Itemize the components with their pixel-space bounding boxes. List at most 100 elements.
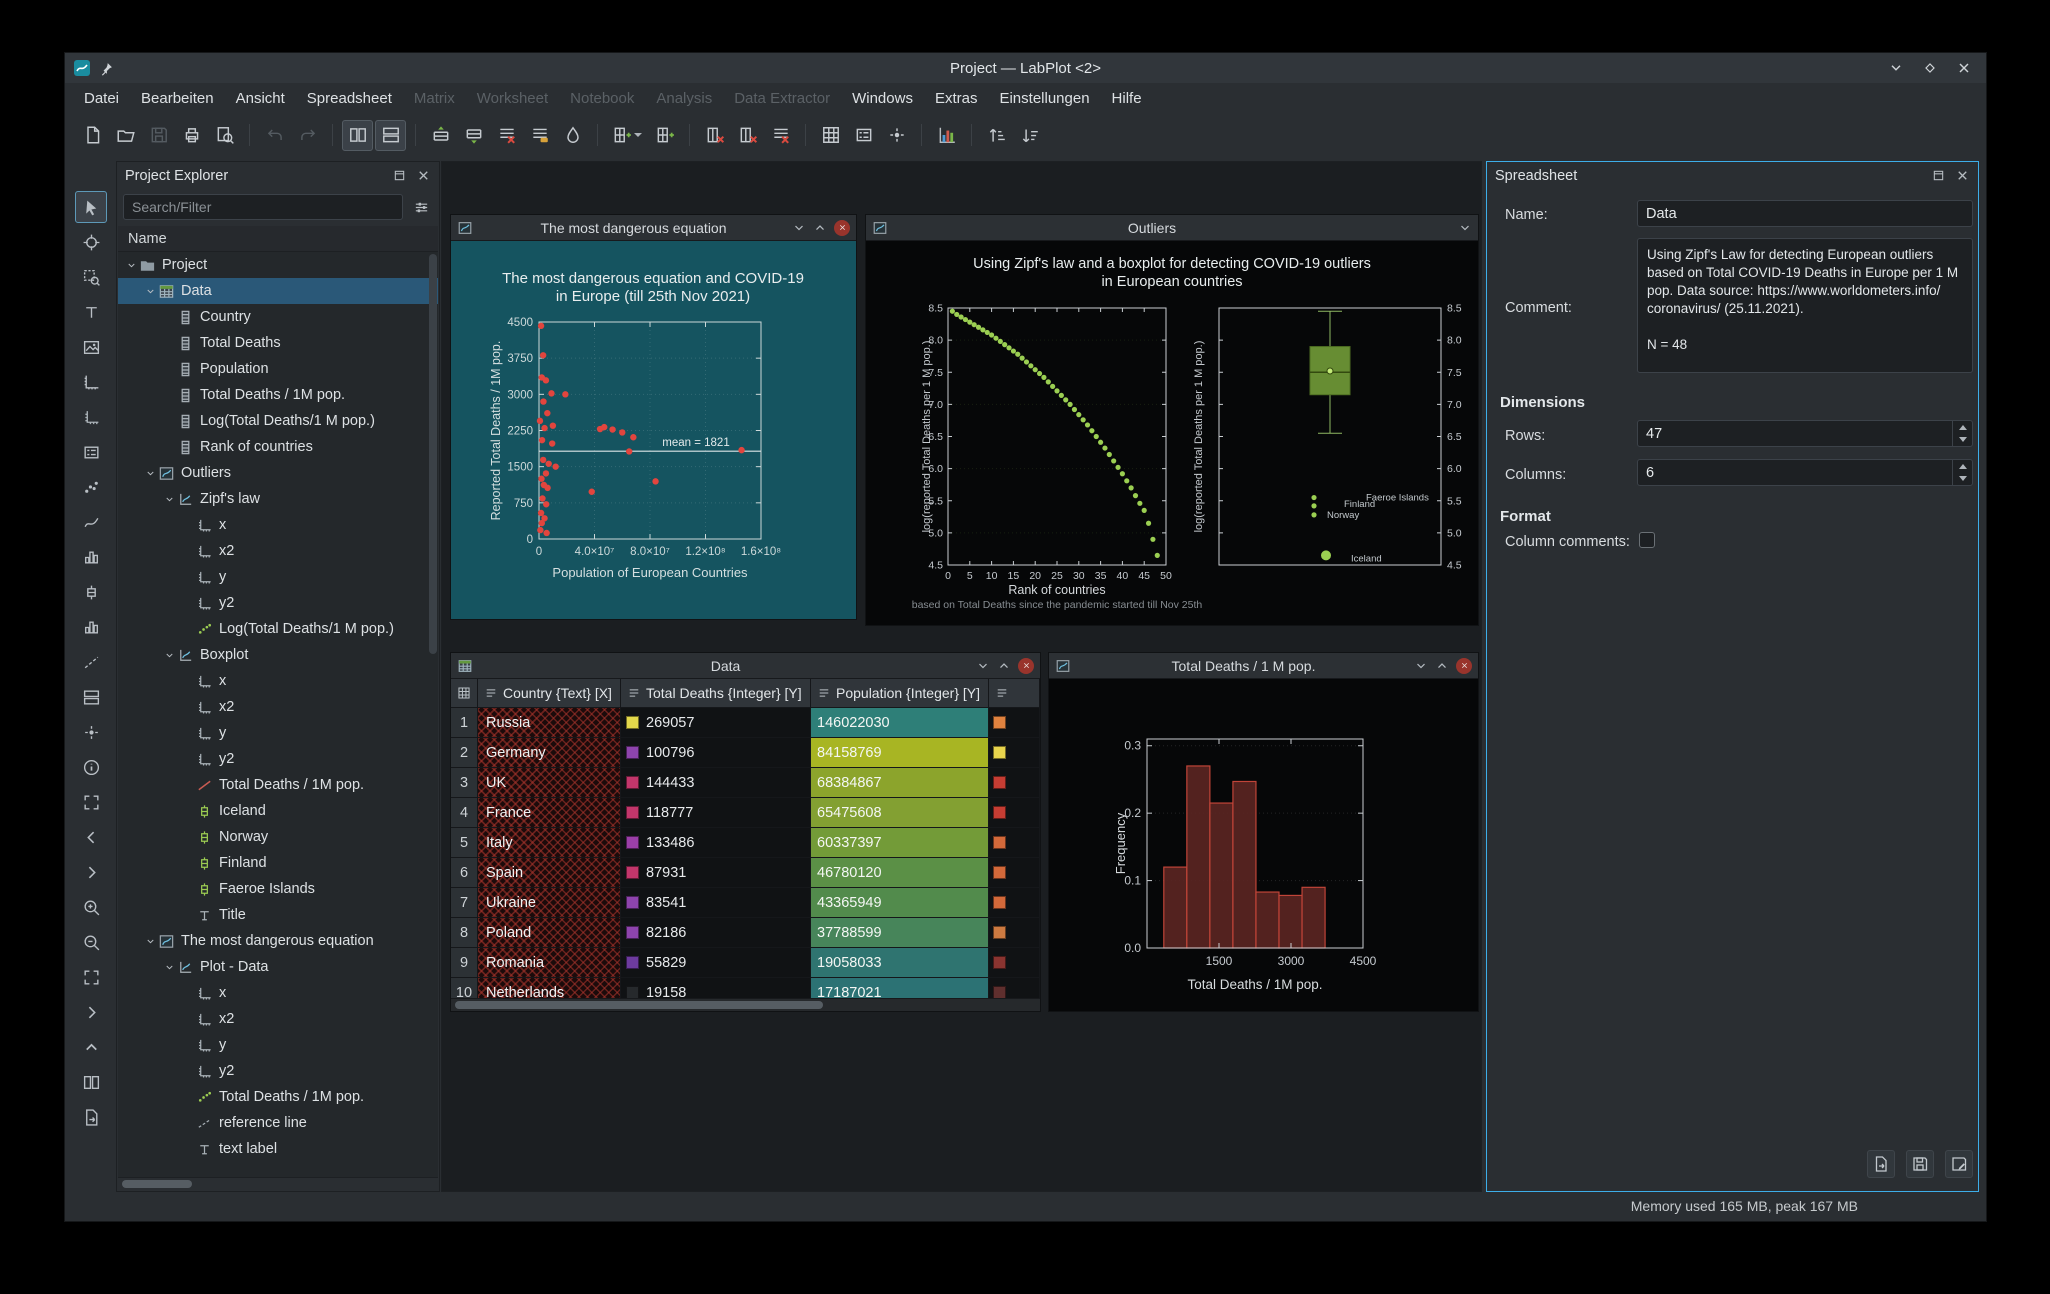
corner-header-cell[interactable] [451, 679, 478, 708]
expander-caret-icon[interactable] [143, 936, 158, 947]
tree-item-log-total-deaths-1-m-pop-[interactable]: Log(Total Deaths/1 M pop.) [118, 616, 438, 642]
column-statistics-button[interactable] [848, 120, 879, 151]
add-info-element-tool-button[interactable] [75, 751, 107, 783]
mask-values-button[interactable] [557, 120, 588, 151]
cell-country[interactable]: Netherlands [478, 978, 621, 998]
histogram-plot-canvas[interactable]: 0.00.10.20.31500 3000 4500FrequencyTotal D… [1049, 679, 1478, 1011]
column-header-4[interactable] [989, 679, 1040, 708]
tree-item-iceland[interactable]: Iceland [118, 798, 438, 824]
save-template-button[interactable] [1945, 1150, 1973, 1178]
tree-item-x2[interactable]: x2 [118, 694, 438, 720]
menu-bearbeiten[interactable]: Bearbeiten [130, 87, 225, 110]
window-data-spreadsheet[interactable]: Data Country {Text} [X] Total Deaths {Int… [450, 652, 1041, 1012]
add-plot-tool-button[interactable] [75, 366, 107, 398]
cell-country[interactable]: France [478, 798, 621, 828]
row-number[interactable]: 8 [451, 918, 478, 948]
cell-country[interactable]: Germany [478, 738, 621, 768]
row-number[interactable]: 9 [451, 948, 478, 978]
row-number[interactable]: 6 [451, 858, 478, 888]
cell-population[interactable]: 68384867 [811, 768, 989, 798]
cell-total-deaths[interactable]: 83541 [621, 888, 811, 918]
tree-item-x2[interactable]: x2 [118, 1006, 438, 1032]
add-xy-curve-tool-button[interactable] [75, 471, 107, 503]
new-project-button[interactable] [77, 120, 108, 151]
cell-country[interactable]: Romania [478, 948, 621, 978]
add-image-tool-button[interactable] [75, 331, 107, 363]
cell-total-deaths[interactable]: 87931 [621, 858, 811, 888]
minimize-icon[interactable] [1888, 60, 1904, 76]
tree-item-total-deaths-1m-pop-[interactable]: Total Deaths / 1M pop. [118, 382, 438, 408]
clear-columns-button[interactable] [732, 120, 763, 151]
columns-stepper[interactable]: 6 [1637, 459, 1973, 486]
tree-item-title[interactable]: Title [118, 902, 438, 928]
close-window-button[interactable] [1018, 657, 1034, 674]
tree-item-total-deaths[interactable]: Total Deaths [118, 330, 438, 356]
row-number[interactable]: 5 [451, 828, 478, 858]
open-project-button[interactable] [110, 120, 141, 151]
expander-caret-icon[interactable] [143, 286, 158, 297]
save-button[interactable] [1906, 1150, 1934, 1178]
select-tool-button[interactable] [75, 191, 107, 223]
remove-rows-button[interactable] [491, 120, 522, 151]
tree-vertical-scrollbar[interactable] [429, 254, 437, 654]
cell-population[interactable]: 84158769 [811, 738, 989, 768]
window-outliers[interactable]: Outliers Using Zipf's law and a boxplot … [865, 214, 1479, 626]
restore-window-icon[interactable] [813, 221, 827, 235]
zoom-in-tool-button[interactable] [75, 891, 107, 923]
search-input[interactable] [123, 194, 403, 220]
shade-window-icon[interactable] [1414, 659, 1428, 673]
row-number[interactable]: 7 [451, 888, 478, 918]
cell-deaths-per-1m[interactable] [989, 948, 1040, 978]
menu-spreadsheet[interactable]: Spreadsheet [296, 87, 403, 110]
tree-item-country[interactable]: Country [118, 304, 438, 330]
print-preview-button[interactable] [209, 120, 240, 151]
add-reference-line-tool-button[interactable] [75, 646, 107, 678]
tree-item-data[interactable]: Data [118, 278, 438, 304]
window-histogram[interactable]: Total Deaths / 1 M pop. 0.0 0.1 0.2 0.3 1500… [1048, 652, 1479, 1012]
column-header-1[interactable]: Country {Text} [X] [478, 679, 621, 708]
menu-ansicht[interactable]: Ansicht [225, 87, 296, 110]
menu-datei[interactable]: Datei [73, 87, 130, 110]
columns-increment-button[interactable] [1953, 460, 1972, 473]
cell-total-deaths[interactable]: 133486 [621, 828, 811, 858]
auto-scale-tool-button[interactable] [75, 961, 107, 993]
cell-deaths-per-1m[interactable] [989, 708, 1040, 738]
row-number[interactable]: 4 [451, 798, 478, 828]
tree-item-text-label[interactable]: text label [118, 1136, 438, 1162]
add-barplot-tool-button[interactable] [75, 611, 107, 643]
insert-row-below-button[interactable] [458, 120, 489, 151]
cell-total-deaths[interactable]: 100796 [621, 738, 811, 768]
columns-decrement-button[interactable] [1953, 473, 1972, 486]
shade-window-icon[interactable] [976, 659, 990, 673]
tree-item-finland[interactable]: Finland [118, 850, 438, 876]
shift-left-tool-button[interactable] [75, 821, 107, 853]
subwindow-titlebar[interactable]: Total Deaths / 1 M pop. [1049, 653, 1478, 679]
cell-deaths-per-1m[interactable] [989, 888, 1040, 918]
auto-scale-x-tool-button[interactable] [75, 996, 107, 1028]
cell-population[interactable]: 146022030 [811, 708, 989, 738]
cell-population[interactable]: 43365949 [811, 888, 989, 918]
expander-caret-icon[interactable] [143, 468, 158, 479]
remove-columns-button[interactable] [699, 120, 730, 151]
tree-item-outliers[interactable]: Outliers [118, 460, 438, 486]
cell-total-deaths[interactable]: 19158 [621, 978, 811, 998]
add-boxplot-tool-button[interactable] [75, 576, 107, 608]
insert-row-above-button[interactable] [425, 120, 456, 151]
print-button[interactable] [176, 120, 207, 151]
cell-deaths-per-1m[interactable] [989, 858, 1040, 888]
add-columns-button[interactable] [815, 120, 846, 151]
sort-descending-button[interactable] [1014, 120, 1045, 151]
close-dock-icon[interactable] [1955, 168, 1970, 183]
cell-country[interactable]: Poland [478, 918, 621, 948]
close-window-button[interactable] [1456, 657, 1472, 674]
expander-caret-icon[interactable] [162, 494, 177, 505]
shade-window-icon[interactable] [1458, 221, 1472, 235]
plot-data-button[interactable] [931, 120, 962, 151]
equation-plot-canvas[interactable]: The most dangerous equation and COVID-19… [451, 241, 856, 619]
cell-deaths-per-1m[interactable] [989, 828, 1040, 858]
cell-country[interactable]: Spain [478, 858, 621, 888]
tree-item-log-total-deaths-1-m-pop-[interactable]: Log(Total Deaths/1 M pop.) [118, 408, 438, 434]
cell-total-deaths[interactable]: 55829 [621, 948, 811, 978]
tree-item-y2[interactable]: y2 [118, 590, 438, 616]
cell-total-deaths[interactable]: 82186 [621, 918, 811, 948]
